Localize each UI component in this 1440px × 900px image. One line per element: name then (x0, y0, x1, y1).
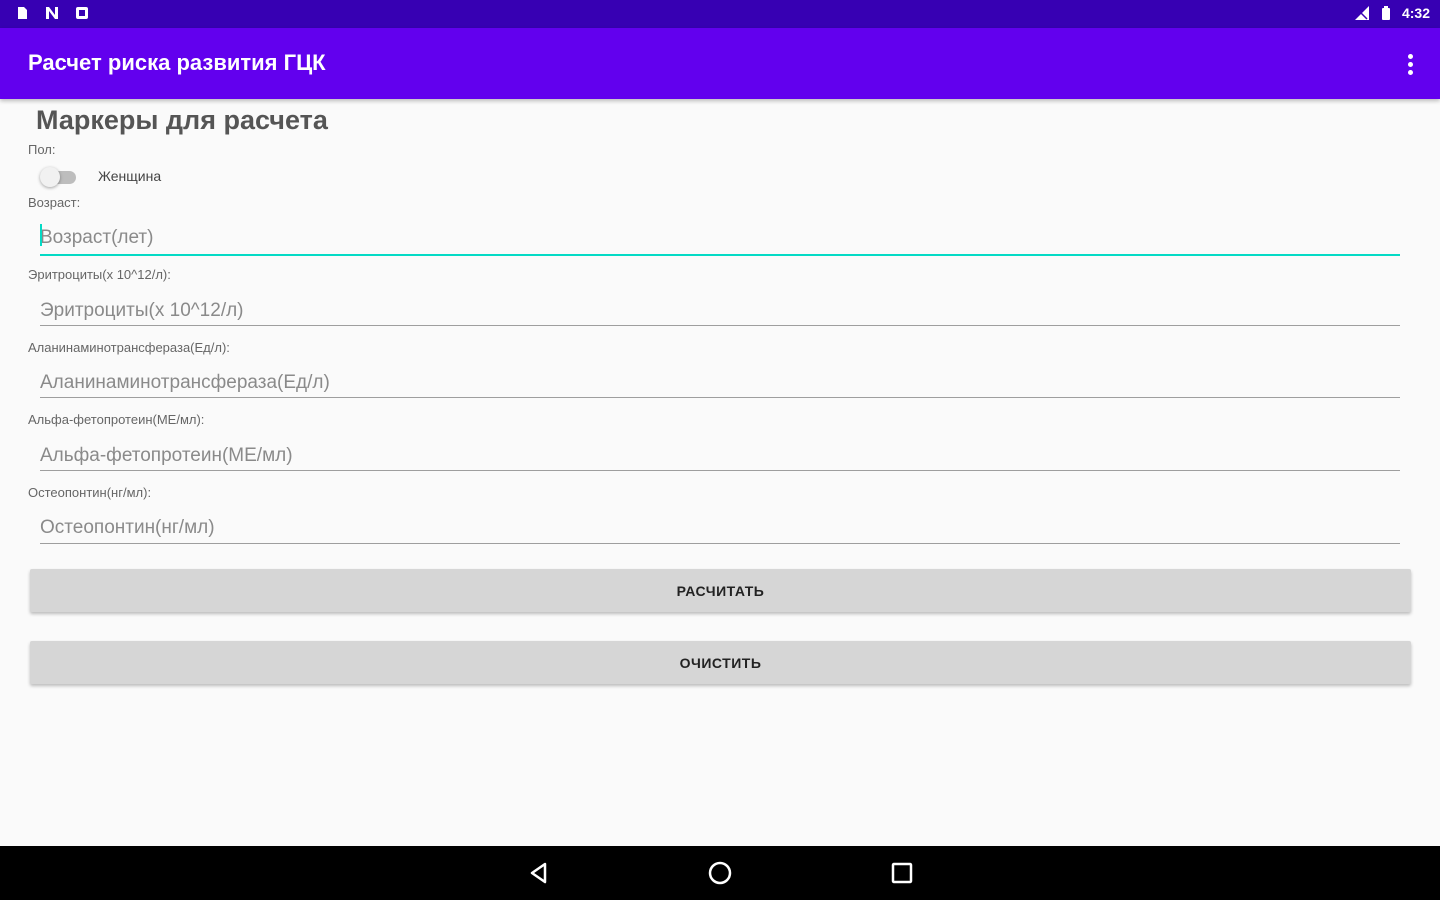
opn-label: Остеопонтин(нг/мл): (28, 485, 152, 500)
opn-input[interactable] (40, 510, 1400, 546)
sex-switch-text: Женщина (98, 168, 162, 184)
sd-card-icon (14, 5, 30, 21)
status-bar: 4:32 (0, 0, 1440, 28)
home-icon[interactable] (705, 858, 735, 888)
navigation-bar (0, 846, 1440, 900)
app-title: Расчет риска развития ГЦК (28, 50, 326, 75)
afp-input[interactable] (40, 438, 1400, 474)
age-input[interactable] (40, 220, 1400, 256)
n-notification-icon (44, 5, 60, 21)
opn-input-underline (40, 543, 1400, 544)
afp-label: Альфа-фетопротеин(МЕ/мл): (28, 412, 205, 427)
signal-icon (1354, 5, 1370, 21)
form-content: Маркеры для расчета Пол: Женщина Возраст… (0, 99, 1440, 846)
alt-input-underline (40, 397, 1400, 398)
rbc-input-underline (40, 325, 1400, 326)
switch-thumb (40, 167, 60, 187)
back-icon[interactable] (524, 858, 554, 888)
recents-icon[interactable] (887, 858, 917, 888)
rbc-input[interactable] (40, 293, 1400, 329)
battery-icon (1378, 5, 1394, 21)
section-title: Маркеры для расчета (36, 105, 328, 135)
rbc-label: Эритроциты(x 10^12/л): (28, 267, 171, 282)
more-vert-icon[interactable] (1398, 50, 1422, 78)
afp-input-underline (40, 470, 1400, 471)
sex-label: Пол: (28, 142, 56, 157)
age-input-underline (40, 254, 1400, 256)
text-cursor (40, 224, 42, 246)
alt-label: Аланинаминотрансфераза(Ед/л): (28, 340, 230, 355)
record-icon (74, 5, 90, 21)
calculate-button[interactable]: РАСЧИТАТЬ (30, 569, 1411, 612)
clear-button[interactable]: ОЧИСТИТЬ (30, 641, 1411, 684)
age-label: Возраст: (28, 195, 81, 210)
alt-input[interactable] (40, 365, 1400, 401)
app-bar: Расчет риска развития ГЦК (0, 28, 1440, 99)
status-time: 4:32 (1401, 5, 1430, 21)
sex-switch[interactable] (40, 167, 78, 187)
